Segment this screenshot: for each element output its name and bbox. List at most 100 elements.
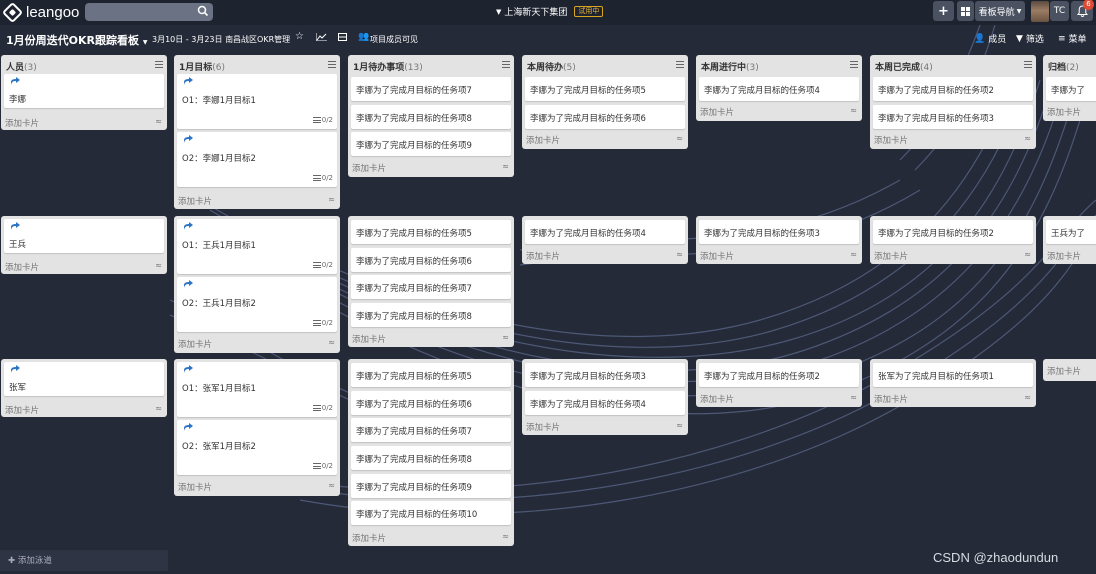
collapse-icon[interactable]: ≈ [676, 134, 683, 143]
add-card-button[interactable]: 添加卡片 [700, 106, 734, 118]
collapse-icon[interactable]: ≈ [502, 162, 509, 171]
add-card-button[interactable]: 添加卡片 [1047, 106, 1081, 118]
add-button[interactable]: + [933, 1, 954, 21]
goal-card[interactable]: O1：张军1月目标1 0/2 [177, 362, 337, 417]
task-card[interactable]: 李娜为了完成月目标的任务项5 [351, 363, 511, 387]
collapse-icon[interactable]: ≈ [502, 532, 509, 541]
goal-card[interactable]: O1：王兵1月目标1 0/2 [177, 219, 337, 274]
add-card-button[interactable]: 添加卡片 [874, 250, 908, 262]
goal-card[interactable]: O2：李娜1月目标2 0/2 [177, 132, 337, 187]
add-card-button[interactable]: 添加卡片 [5, 117, 39, 129]
collapse-icon[interactable]: ≈ [502, 333, 509, 342]
add-card-button[interactable]: 添加卡片 [178, 481, 212, 493]
add-card-button[interactable]: 添加卡片 [526, 134, 560, 146]
user-initials-button[interactable]: TC [1050, 1, 1069, 21]
task-card[interactable]: 李娜为了完成月目标的任务项7 [351, 77, 511, 101]
collapse-icon[interactable]: ≈ [1024, 393, 1031, 402]
add-card-button[interactable]: 添加卡片 [874, 393, 908, 405]
add-card-button[interactable]: 添加卡片 [1047, 365, 1081, 377]
collapse-icon[interactable]: ≈ [850, 106, 857, 115]
task-card[interactable]: 李娜为了完成月目标的任务项3 [699, 220, 859, 244]
add-card-button[interactable]: 添加卡片 [874, 134, 908, 146]
task-card[interactable]: 李娜为了完成月目标的任务项5 [351, 220, 511, 244]
list-menu-icon[interactable] [155, 61, 163, 68]
chart-icon[interactable] [316, 33, 327, 41]
add-card-button[interactable]: 添加卡片 [526, 421, 560, 433]
avatar[interactable] [1031, 1, 1049, 22]
person-card[interactable]: 张军 [4, 362, 164, 396]
task-card[interactable]: 李娜为了完成月目标的任务项4 [525, 220, 685, 244]
task-card[interactable]: 李娜为了完成月目标的任务项8 [351, 446, 511, 470]
organization-switcher[interactable]: ▼ 上海新天下集团 试用中 [496, 5, 604, 18]
task-card[interactable]: 李娜为了完成月目标的任务项7 [351, 418, 511, 442]
star-icon[interactable]: ☆ [295, 31, 304, 42]
collapse-icon[interactable]: ≈ [1024, 250, 1031, 259]
add-card-button[interactable]: 添加卡片 [700, 393, 734, 405]
task-card[interactable]: 李娜为了完成月目标的任务项3 [873, 105, 1033, 129]
apps-button[interactable] [957, 1, 974, 21]
person-card[interactable]: 王兵 [4, 219, 164, 253]
task-card[interactable]: 李娜为了完成月目标的任务项2 [873, 77, 1033, 101]
collapse-icon[interactable]: ≈ [155, 404, 162, 413]
list-menu-icon[interactable] [502, 61, 510, 68]
task-card[interactable]: 李娜为了完成月目标的任务项4 [699, 77, 859, 101]
task-card[interactable]: 李娜为了完成月目标的任务项6 [351, 391, 511, 415]
goal-card[interactable]: O2：王兵1月目标2 0/2 [177, 277, 337, 332]
members-button[interactable]: 👤 成员 [974, 32, 1006, 46]
task-card[interactable]: 李娜为了完成月目标的任务项9 [351, 474, 511, 498]
board-title[interactable]: 1月份周迭代OKR跟踪看板 ▼ [6, 32, 147, 48]
add-card-button[interactable]: 添加卡片 [178, 195, 212, 207]
collapse-icon[interactable]: ≈ [155, 261, 162, 270]
add-card-button[interactable]: 添加卡片 [700, 250, 734, 262]
collapse-icon[interactable]: ≈ [155, 117, 162, 126]
add-card-button[interactable]: 添加卡片 [5, 261, 39, 273]
collapse-icon[interactable]: ≈ [850, 393, 857, 402]
list-menu-icon[interactable] [328, 61, 336, 68]
layout-icon[interactable] [338, 33, 347, 41]
add-card-button[interactable]: 添加卡片 [352, 333, 386, 345]
add-card-button[interactable]: 添加卡片 [526, 250, 560, 262]
task-card[interactable]: 李娜为了完成月目标的任务项9 [351, 132, 511, 156]
search-input[interactable] [85, 3, 193, 21]
task-card[interactable]: 李娜为了完成月目标的任务项5 [525, 77, 685, 101]
filter-button[interactable]: ▼ 筛选 [1016, 32, 1044, 46]
task-card[interactable]: 李娜为了完成月目标的任务项2 [699, 363, 859, 387]
board-visibility[interactable]: 👥 项目成员可见 [358, 32, 418, 45]
collapse-icon[interactable]: ≈ [676, 421, 683, 430]
task-card[interactable]: 李娜为了完成月目标的任务项2 [873, 220, 1033, 244]
add-card-button[interactable]: 添加卡片 [352, 162, 386, 174]
task-card[interactable]: 李娜为了完成月目标的任务项6 [525, 105, 685, 129]
list-menu-icon[interactable] [1024, 61, 1032, 68]
search-icon[interactable] [197, 5, 209, 17]
task-card[interactable]: 张军为了完成月目标的任务项1 [873, 363, 1033, 387]
board-nav-button[interactable]: 看板导航 ▼ [975, 1, 1025, 21]
goal-card[interactable]: O2：张军1月目标2 0/2 [177, 420, 337, 475]
task-card[interactable]: 李娜为了完成月目标的任务项6 [351, 248, 511, 272]
task-card[interactable]: 李娜为了 [1046, 77, 1096, 101]
task-card[interactable]: 王兵为了 [1046, 220, 1096, 244]
app-logo[interactable]: leangoo [1, 1, 79, 23]
add-card-button[interactable]: 添加卡片 [1047, 250, 1081, 262]
collapse-icon[interactable]: ≈ [850, 250, 857, 259]
collapse-icon[interactable]: ≈ [328, 481, 335, 490]
task-card[interactable]: 李娜为了完成月目标的任务项7 [351, 275, 511, 299]
collapse-icon[interactable]: ≈ [676, 250, 683, 259]
add-card-button[interactable]: 添加卡片 [178, 338, 212, 350]
task-card[interactable]: 李娜为了完成月目标的任务项4 [525, 391, 685, 415]
collapse-icon[interactable]: ≈ [328, 338, 335, 347]
menu-button[interactable]: ≡ 菜单 [1058, 32, 1087, 46]
person-card[interactable]: 李娜 [4, 74, 164, 108]
task-card[interactable]: 李娜为了完成月目标的任务项8 [351, 303, 511, 327]
add-card-button[interactable]: 添加卡片 [5, 404, 39, 416]
collapse-icon[interactable]: ≈ [1024, 134, 1031, 143]
add-card-button[interactable]: 添加卡片 [352, 532, 386, 544]
list-menu-icon[interactable] [850, 61, 858, 68]
share-icon [11, 222, 20, 230]
task-card[interactable]: 李娜为了完成月目标的任务项10 [351, 501, 511, 525]
task-card[interactable]: 李娜为了完成月目标的任务项3 [525, 363, 685, 387]
goal-card[interactable]: O1：李娜1月目标1 0/2 [177, 74, 337, 129]
add-swimlane-button[interactable]: ✚ 添加泳道 [0, 550, 168, 571]
collapse-icon[interactable]: ≈ [328, 195, 335, 204]
task-card[interactable]: 李娜为了完成月目标的任务项8 [351, 105, 511, 129]
list-menu-icon[interactable] [676, 61, 684, 68]
